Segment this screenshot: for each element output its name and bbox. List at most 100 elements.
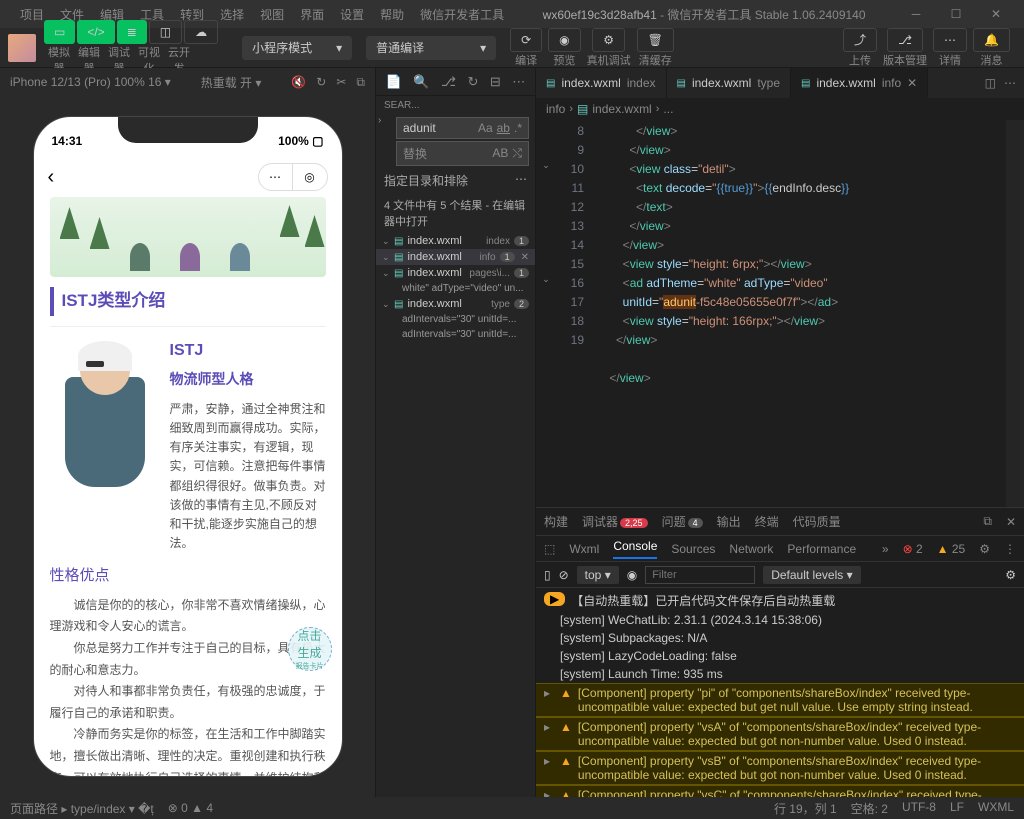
menu-界面[interactable]: 界面: [292, 2, 332, 27]
version-button[interactable]: ⎇: [887, 28, 923, 52]
console-settings-icon[interactable]: ⚙: [1005, 568, 1016, 582]
tab-output[interactable]: 输出: [717, 513, 741, 530]
panel-tabs: 构建 调试器2,25 问题4 输出 终端 代码质量 ⧉ ✕: [536, 508, 1024, 536]
refresh-icon[interactable]: ↻: [468, 74, 479, 90]
hot-reload-label[interactable]: 热重载 开 ▾: [201, 74, 262, 91]
editor-tab[interactable]: ▤index.wxmltype: [667, 68, 792, 98]
search-input[interactable]: adunit Aaab.*: [396, 117, 529, 139]
panel-detach-icon[interactable]: ⧉: [983, 514, 992, 529]
breadcrumb[interactable]: info › ▤ index.wxml › ...: [536, 98, 1024, 120]
eye-icon[interactable]: ◉: [627, 568, 637, 582]
devtab-network[interactable]: Network: [729, 542, 773, 556]
main-area: iPhone 12/13 (Pro) 100% 16 ▾ 热重载 开 ▾ 🔇 ↻…: [0, 68, 1024, 797]
scope-toggle[interactable]: 指定目录和排除: [384, 172, 468, 189]
inspect-icon[interactable]: ⬚: [544, 542, 555, 556]
search-result-file[interactable]: ⌄▤index.wxmltype2: [376, 296, 535, 312]
search-result-file[interactable]: ⌄▤index.wxmlinfo1✕: [376, 249, 535, 265]
message-button[interactable]: 🔔: [973, 28, 1010, 52]
search-results-summary[interactable]: 4 文件中有 5 个结果 - 在编辑器中打开: [376, 193, 535, 233]
devtools-settings-icon[interactable]: ⚙: [979, 542, 990, 556]
minimap[interactable]: [1006, 120, 1024, 507]
avatar[interactable]: [8, 34, 36, 62]
status-spaces[interactable]: 空格: 2: [851, 800, 888, 817]
status-encoding[interactable]: UTF-8: [902, 800, 936, 817]
sim-cut-icon[interactable]: ✂: [336, 75, 346, 90]
error-count[interactable]: ⊗ 2: [903, 542, 923, 556]
menu-视图[interactable]: 视图: [252, 2, 292, 27]
generate-card-button[interactable]: 点击生成报告卡片: [288, 627, 332, 671]
menu-微信开发者工具[interactable]: 微信开发者工具: [412, 2, 512, 27]
sim-rotate-icon[interactable]: ↻: [316, 75, 326, 90]
visual-toggle[interactable]: ◫: [149, 20, 182, 44]
back-button[interactable]: ‹: [48, 166, 55, 189]
menu-设置[interactable]: 设置: [332, 2, 372, 27]
clear-cache-button[interactable]: 🗑: [637, 28, 674, 52]
editor-tab[interactable]: ▤index.wxmlinfo✕: [791, 68, 928, 98]
filter-input[interactable]: [645, 566, 755, 584]
card-subtitle: 物流师型人格: [170, 368, 326, 392]
devtab-performance[interactable]: Performance: [787, 542, 856, 556]
console-output[interactable]: ▶【自动热重载】已开启代码文件保存后自动热重载[system] WeChatLi…: [536, 588, 1024, 797]
levels-select[interactable]: Default levels ▾: [763, 566, 860, 584]
cloud-toggle[interactable]: ☁: [184, 20, 218, 44]
maximize-button[interactable]: ☐: [936, 0, 976, 28]
card-desc: 严肃，安静，通过全神贯注和细致周到而赢得成功。实际，有序关注事实，有逻辑，现实，…: [170, 400, 326, 554]
warn-count[interactable]: ▲ 25: [937, 542, 966, 556]
section-title: ISTJ类型介绍: [50, 287, 326, 316]
editor-tabs: ▤index.wxmlindex▤index.wxmltype▤index.wx…: [536, 68, 1024, 98]
minimize-button[interactable]: ─: [896, 0, 936, 28]
capsule-menu[interactable]: ⋯◎: [258, 163, 328, 191]
detail-button[interactable]: ⋯: [933, 28, 967, 52]
status-lang[interactable]: WXML: [978, 800, 1014, 817]
status-path[interactable]: 页面路径 ▸ type/index ▾ �ț: [10, 800, 154, 817]
collapse-icon[interactable]: ⊟: [490, 74, 501, 90]
tab-quality[interactable]: 代码质量: [793, 513, 841, 530]
tab-terminal[interactable]: 终端: [755, 513, 779, 530]
panel-close-icon[interactable]: ✕: [1006, 515, 1016, 529]
more-icon[interactable]: ⋯: [512, 74, 525, 90]
page-content[interactable]: ISTJ类型介绍 ISTJ 物流师型人格 严肃，安静，通过全神贯注和细致周到而赢…: [34, 197, 342, 777]
editor-toggle[interactable]: </>: [77, 20, 114, 44]
status-line-col[interactable]: 行 19，列 1: [774, 800, 837, 817]
upload-button[interactable]: ⤴: [843, 28, 877, 52]
explorer-icon[interactable]: 📄: [386, 74, 402, 90]
devtools-tabs: ⬚ Wxml Console Sources Network Performan…: [536, 536, 1024, 562]
devtab-sources[interactable]: Sources: [671, 542, 715, 556]
search-result-file[interactable]: ⌄▤index.wxmlindex1: [376, 233, 535, 249]
status-problems[interactable]: ⊗ 0 ▲ 4: [168, 801, 213, 815]
simulator-toggle[interactable]: ▭: [44, 20, 75, 44]
debugger-toggle[interactable]: ≣: [117, 20, 147, 44]
menu-帮助[interactable]: 帮助: [372, 2, 412, 27]
context-select[interactable]: top ▾: [577, 566, 619, 584]
tab-problems[interactable]: 问题4: [662, 513, 703, 530]
git-icon[interactable]: ⎇: [441, 74, 456, 90]
mode-select[interactable]: 小程序模式▾: [242, 36, 352, 60]
more-icon[interactable]: ⋯: [1004, 76, 1016, 90]
devtab-console[interactable]: Console: [613, 539, 657, 559]
body-text: 冷静而务实是你的标签，在生活和工作中脚踏实地，擅长做出清晰、理性的决定。重视创建…: [50, 724, 326, 777]
remote-debug-button[interactable]: ⚙: [592, 28, 625, 52]
compile-button[interactable]: ⟳: [510, 28, 542, 52]
devtools-more-icon[interactable]: ⋮: [1004, 542, 1016, 556]
sim-mute-icon[interactable]: 🔇: [291, 75, 306, 90]
tab-debugger[interactable]: 调试器2,25: [582, 513, 648, 530]
tab-build[interactable]: 构建: [544, 513, 568, 530]
sim-detach-icon[interactable]: ⧉: [356, 75, 365, 90]
status-eol[interactable]: LF: [950, 800, 964, 817]
preview-button[interactable]: ◉: [548, 28, 580, 52]
close-button[interactable]: ✕: [976, 0, 1016, 28]
search-result-file[interactable]: ⌄▤index.wxmlpages\i...1: [376, 265, 535, 281]
editor-tab[interactable]: ▤index.wxmlindex: [536, 68, 667, 98]
console-clear-icon[interactable]: ⊘: [559, 568, 569, 582]
console-toolbar: ▯ ⊘ top ▾ ◉ Default levels ▾ ⚙: [536, 562, 1024, 588]
toggle-replace[interactable]: ›: [378, 115, 381, 126]
code-editor[interactable]: ⌄⌄ 8910111213141516171819 </view> </view…: [536, 120, 1024, 507]
device-label[interactable]: iPhone 12/13 (Pro) 100% 16 ▾: [10, 75, 171, 89]
search-icon[interactable]: 🔍: [413, 74, 429, 90]
replace-input[interactable]: 替换 AB⤭: [396, 141, 529, 166]
main-toolbar: ▭ </> ≣ ◫ ☁ 模拟器编辑器调试器可视化云开发 小程序模式▾ 普通编译▾…: [0, 28, 1024, 68]
console-sidebar-icon[interactable]: ▯: [544, 568, 551, 582]
split-icon[interactable]: ◫: [985, 76, 996, 90]
compile-select[interactable]: 普通编译▾: [366, 36, 496, 60]
devtab-wxml[interactable]: Wxml: [569, 542, 599, 556]
